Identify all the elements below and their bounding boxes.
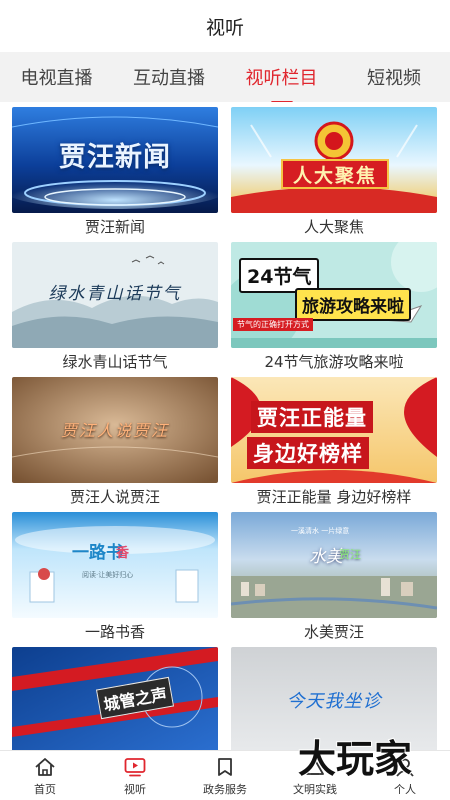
page-title: 视听 — [205, 16, 244, 39]
program-card-beautiful-water[interactable]: 一溪清水 一片绿意 水美 贾汪 水美贾汪 — [231, 507, 437, 641]
program-thumbnail: 人大聚焦 — [231, 107, 437, 213]
thumbnail-caption: 绿水青山话节气 — [48, 284, 182, 304]
program-thumbnail: 贾汪新闻 — [12, 107, 218, 213]
thumbnail-caption: 贾汪新闻 — [59, 142, 171, 173]
program-card-npc-focus[interactable]: 人大聚焦 人大聚焦 — [231, 102, 437, 236]
tab-av-columns[interactable]: 视听栏目 — [225, 64, 338, 104]
program-title: 水美贾汪 — [303, 623, 364, 641]
thumbnail-caption: 贾汪人说贾汪 — [60, 421, 169, 440]
home-icon — [35, 758, 55, 776]
program-title: 贾汪人说贾汪 — [69, 488, 160, 506]
thumbnail-caption: 水美 — [309, 547, 343, 567]
program-thumbnail: 贾汪人说贾汪 — [12, 377, 218, 483]
thumbnail-caption: 香 — [116, 546, 130, 561]
nav-label: 政务服务 — [203, 783, 247, 796]
bottom-navigation: 首页 视听 政务服务 文明实践 个人 — [0, 750, 450, 800]
nav-home[interactable]: 首页 — [0, 751, 90, 800]
program-title: 贾汪新闻 — [84, 218, 145, 236]
nav-label: 视听 — [124, 783, 146, 796]
program-thumbnail: 24节气 旅游攻略来啦 节气的正确打开方式 — [231, 242, 437, 348]
nav-audiovisual[interactable]: 视听 — [90, 751, 180, 800]
thumbnail-caption: 节气的正确打开方式 — [233, 318, 313, 331]
tab-label: 视听栏目 — [245, 68, 318, 89]
person-icon — [396, 758, 414, 777]
tab-interactive-live[interactable]: 互动直播 — [113, 64, 225, 90]
program-grid: 贾汪新闻 贾汪新闻 人大聚焦 人大聚焦 绿水青山话节气 绿水青山话节气 24节气… — [0, 102, 450, 750]
program-card-solar-terms-travel[interactable]: 24节气 旅游攻略来啦 节气的正确打开方式 24节气旅游攻略来啦 — [231, 237, 437, 371]
program-thumbnail: 贾汪正能量 身边好榜样 — [231, 377, 437, 483]
nav-civilization-practice[interactable]: 文明实践 — [270, 751, 360, 800]
program-title: 绿水青山话节气 — [62, 353, 168, 371]
thumbnail-caption: 贾汪正能量 — [251, 401, 373, 433]
civilization-icon — [306, 759, 324, 775]
program-thumbnail: 城管之声 — [12, 647, 218, 750]
program-title: 一路书香 — [84, 623, 145, 641]
thumbnail-caption: 一溪清水 一片绿意 — [291, 527, 350, 535]
tab-label: 互动直播 — [133, 68, 205, 89]
nav-personal[interactable]: 个人 — [360, 751, 450, 800]
thumbnail-caption: 旅游攻略来啦 — [295, 288, 411, 321]
nav-government-services[interactable]: 政务服务 — [180, 751, 270, 800]
program-card-jiawang-news[interactable]: 贾汪新闻 贾汪新闻 — [12, 102, 218, 236]
tab-label: 短视频 — [367, 68, 421, 89]
program-card-green-mountains[interactable]: 绿水青山话节气 绿水青山话节气 — [12, 237, 218, 371]
program-thumbnail: 一路书 香 阅读·让美好归心 — [12, 512, 218, 618]
nav-label: 首页 — [34, 783, 56, 796]
category-tabs: 电视直播 互动直播 视听栏目 短视频 — [0, 52, 450, 104]
program-card-reading-journey[interactable]: 一路书 香 阅读·让美好归心 一路书香 — [12, 507, 218, 641]
program-title: 人大聚焦 — [303, 218, 364, 236]
thumbnail-caption: 今天我坐诊 — [286, 691, 382, 712]
tab-short-video[interactable]: 短视频 — [338, 64, 450, 90]
thumbnail-caption: 身边好榜样 — [247, 437, 369, 469]
program-thumbnail: 绿水青山话节气 — [12, 242, 218, 348]
program-thumbnail: 一溪清水 一片绿意 水美 贾汪 — [231, 512, 437, 618]
program-thumbnail: 今天我坐诊 — [231, 647, 437, 750]
nav-label: 文明实践 — [293, 783, 337, 796]
tv-play-icon — [124, 758, 146, 777]
program-card-doctor-today[interactable]: 今天我坐诊 — [231, 642, 437, 750]
thumbnail-caption: 阅读·让美好归心 — [82, 571, 134, 579]
program-card-positive-energy[interactable]: 贾汪正能量 身边好榜样 贾汪正能量 身边好榜样 — [231, 372, 437, 506]
program-title: 贾汪正能量 身边好榜样 — [256, 488, 412, 506]
tab-label: 电视直播 — [20, 68, 93, 89]
nav-label: 个人 — [394, 783, 416, 796]
thumbnail-caption: 人大聚焦 — [281, 159, 389, 189]
program-card-jiawang-people[interactable]: 贾汪人说贾汪 贾汪人说贾汪 — [12, 372, 218, 506]
tab-tv-live[interactable]: 电视直播 — [0, 64, 113, 90]
program-card-urban-management[interactable]: 城管之声 — [12, 642, 218, 750]
bookmark-icon — [218, 758, 232, 776]
program-title: 24节气旅游攻略来啦 — [264, 353, 404, 371]
thumbnail-caption: 贾汪 — [339, 548, 361, 561]
app-header: 视听 — [0, 0, 450, 52]
